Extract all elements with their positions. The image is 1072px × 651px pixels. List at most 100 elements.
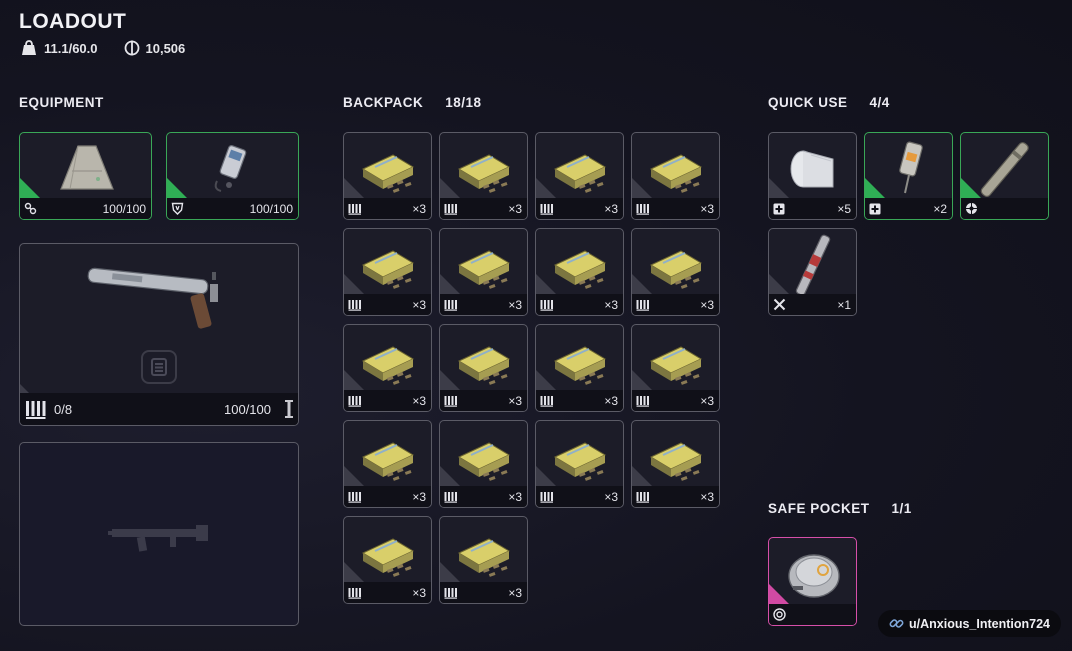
ammo-type-icon xyxy=(540,299,554,311)
backpack-item-qty: ×3 xyxy=(508,489,522,504)
ammo-type-icon xyxy=(444,491,458,503)
injector-icon xyxy=(899,141,923,194)
backpack-slot[interactable]: ×3 xyxy=(343,420,432,508)
ammo-box-icon xyxy=(649,154,702,193)
flare-icon xyxy=(795,234,831,295)
ammo-type-icon xyxy=(636,299,650,311)
ammo-box-icon xyxy=(457,346,510,385)
backpack-item-qty: ×3 xyxy=(412,201,426,216)
ammo-type-icon xyxy=(348,299,362,311)
quick-use-slot-3[interactable] xyxy=(960,132,1049,220)
ammo-type-icon xyxy=(540,395,554,407)
ammo-box-icon xyxy=(553,346,606,385)
backpack-slot[interactable]: ×3 xyxy=(535,420,624,508)
backpack-item-qty: ×3 xyxy=(412,489,426,504)
ammo-type-icon xyxy=(348,203,362,215)
quick-use-qty-1: ×5 xyxy=(837,201,851,216)
secondary-weapon-slot[interactable] xyxy=(19,442,299,626)
backpack-item-qty: ×3 xyxy=(508,393,522,408)
backpack-slot[interactable]: ×3 xyxy=(535,132,624,220)
ammo-type-icon xyxy=(636,395,650,407)
link-icon xyxy=(889,616,904,631)
backpack-count: 18/18 xyxy=(445,95,482,110)
ammo-box-icon xyxy=(553,250,606,289)
quick-use-qty-4: ×1 xyxy=(837,297,851,312)
ammo-type-icon xyxy=(636,203,650,215)
backpack-slot[interactable]: ×3 xyxy=(631,420,720,508)
ammo-box-icon xyxy=(361,538,414,577)
currency-value: 10,506 xyxy=(145,40,186,56)
rifle-icon xyxy=(87,267,218,329)
backpack-item-qty: ×3 xyxy=(604,489,618,504)
augment-slot[interactable]: 100/100 xyxy=(19,132,152,220)
backpack-slot[interactable]: ×3 xyxy=(631,228,720,316)
ammo-type-icon xyxy=(444,203,458,215)
backpack-slot[interactable]: ×3 xyxy=(343,516,432,604)
ammo-type-icon xyxy=(444,587,458,599)
tube-icon xyxy=(980,142,1029,197)
backpack-item-qty: ×3 xyxy=(604,393,618,408)
backpack-item-qty: ×3 xyxy=(508,201,522,216)
augment-icon xyxy=(60,145,114,190)
backpack-slot[interactable]: ×3 xyxy=(439,228,528,316)
safe-pocket-slot[interactable] xyxy=(768,537,857,626)
device-icon xyxy=(788,554,840,598)
equipment-label: EQUIPMENT xyxy=(19,95,104,110)
backpack-slot[interactable]: ×3 xyxy=(535,324,624,412)
backpack-item-qty: ×3 xyxy=(412,393,426,408)
backpack-label: BACKPACK 18/18 xyxy=(343,95,482,110)
backpack-slot[interactable]: ×3 xyxy=(343,324,432,412)
backpack-item-qty: ×3 xyxy=(412,297,426,312)
weapon-durability: 100/100 xyxy=(224,401,271,417)
backpack-slot[interactable]: ×3 xyxy=(631,132,720,220)
backpack-slot[interactable]: ×3 xyxy=(343,132,432,220)
safe-pocket-count: 1/1 xyxy=(891,501,912,516)
backpack-item-qty: ×3 xyxy=(508,585,522,600)
ammo-box-icon xyxy=(361,442,414,481)
backpack-slot[interactable]: ×3 xyxy=(439,324,528,412)
currency-icon xyxy=(124,40,140,56)
augment-type-icon xyxy=(24,202,37,215)
ammo-box-icon xyxy=(553,154,606,193)
ammo-type-icon xyxy=(444,395,458,407)
backpack-slot[interactable]: ×3 xyxy=(343,228,432,316)
watermark-text: u/Anxious_Intention724 xyxy=(909,616,1050,631)
weapon-class-icon xyxy=(285,400,293,418)
quick-use-slot-4[interactable]: ×1 xyxy=(768,228,857,316)
ammo-box-icon xyxy=(457,250,510,289)
ammo-type-icon xyxy=(540,203,554,215)
attachments-button[interactable] xyxy=(141,350,177,384)
bandage-icon xyxy=(790,150,834,188)
attachments-icon xyxy=(151,358,167,376)
page-title: LOADOUT xyxy=(19,10,127,33)
backpack-item-qty: ×3 xyxy=(700,393,714,408)
ammo-type-icon xyxy=(348,491,362,503)
ammo-box-icon xyxy=(649,250,702,289)
backpack-slot[interactable]: ×3 xyxy=(631,324,720,412)
shield-durability: 100/100 xyxy=(249,201,293,216)
weight-icon xyxy=(20,40,38,56)
shield-slot[interactable]: 100/100 xyxy=(166,132,299,220)
quick-use-slot-2[interactable]: ×2 xyxy=(864,132,953,220)
ammo-box-icon xyxy=(649,442,702,481)
ammo-icon xyxy=(24,398,48,420)
ammo-box-icon xyxy=(361,154,414,193)
heal-icon xyxy=(773,203,785,215)
backpack-slot[interactable]: ×3 xyxy=(535,228,624,316)
primary-weapon-slot[interactable]: 0/8 100/100 xyxy=(19,243,299,426)
target-icon xyxy=(773,608,786,621)
ammo-type-icon xyxy=(540,491,554,503)
quick-use-label: QUICK USE 4/4 xyxy=(768,95,890,110)
watermark: u/Anxious_Intention724 xyxy=(878,610,1061,637)
ammo-box-icon xyxy=(457,538,510,577)
ammo-type-icon xyxy=(636,491,650,503)
quick-use-slot-1[interactable]: ×5 xyxy=(768,132,857,220)
backpack-item-qty: ×3 xyxy=(604,201,618,216)
backpack-slot[interactable]: ×3 xyxy=(439,132,528,220)
quick-use-qty-2: ×2 xyxy=(933,201,947,216)
backpack-slot[interactable]: ×3 xyxy=(439,420,528,508)
quick-use-count: 4/4 xyxy=(869,95,890,110)
ammo-box-icon xyxy=(457,154,510,193)
backpack-slot[interactable]: ×3 xyxy=(439,516,528,604)
tools-icon xyxy=(773,298,786,311)
